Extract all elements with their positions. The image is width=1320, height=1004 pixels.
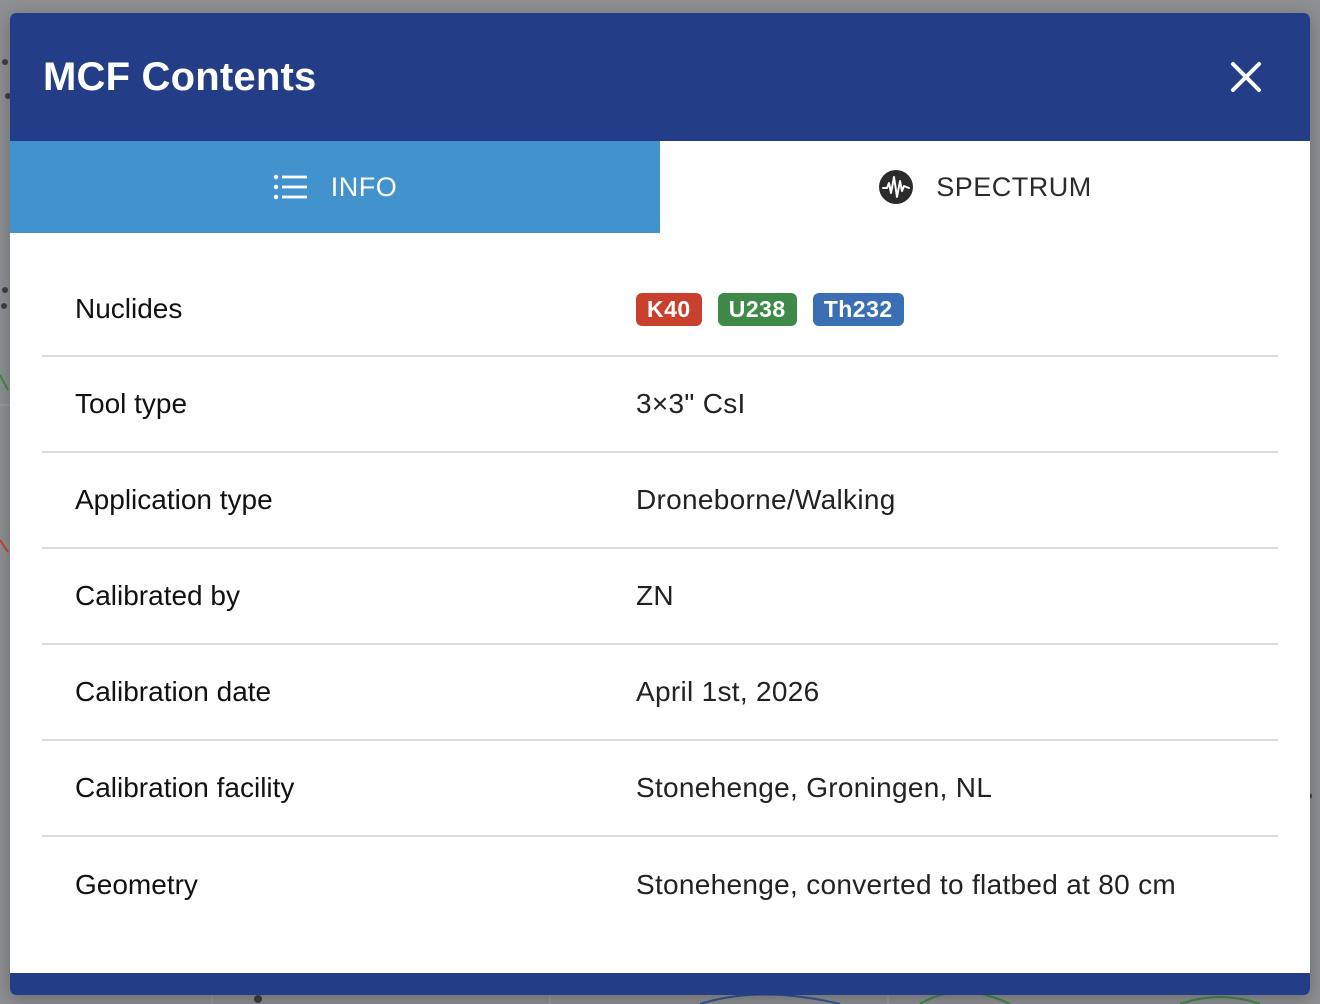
nuclide-badge-u238: U238 (717, 292, 797, 326)
info-label: Calibration date (75, 676, 272, 707)
nuclide-badges: K40 U238 Th232 (636, 292, 904, 326)
info-row-nuclides: Nuclides K40 U238 Th232 (42, 263, 1278, 357)
info-label: Calibration facility (75, 772, 295, 803)
info-row-calibration-date: Calibration date April 1st, 2026 (42, 645, 1278, 741)
close-button[interactable] (1226, 57, 1266, 97)
list-icon (273, 174, 307, 200)
tab-bar: INFO SPECTRUM (10, 141, 1310, 233)
modal-footer-bar (10, 973, 1310, 995)
info-row-tool-type: Tool type 3×3" CsI (42, 357, 1278, 453)
info-label: Calibrated by (75, 580, 240, 611)
tab-info-label: INFO (330, 171, 398, 202)
info-label: Geometry (75, 869, 198, 900)
info-value: Droneborne/Walking (636, 484, 896, 515)
info-row-geometry: Geometry Stonehenge, converted to flatbe… (42, 837, 1278, 933)
info-value: 3×3" CsI (636, 388, 746, 419)
info-row-calibrated-by: Calibrated by ZN (42, 549, 1278, 645)
info-value: ZN (636, 580, 674, 611)
nuclide-badge-k40: K40 (636, 292, 702, 326)
close-icon (1231, 62, 1261, 92)
info-value: April 1st, 2026 (636, 676, 820, 707)
info-row-application-type: Application type Droneborne/Walking (42, 453, 1278, 549)
nuclide-badge-th232: Th232 (812, 292, 904, 326)
info-label: Nuclides (75, 293, 183, 324)
info-table: Nuclides K40 U238 Th232 Tool type 3×3" C… (42, 263, 1278, 933)
info-label: Application type (75, 484, 273, 515)
info-row-calibration-facility: Calibration facility Stonehenge, Groning… (42, 741, 1278, 837)
waveform-icon (879, 170, 914, 204)
tab-spectrum-label: SPECTRUM (936, 171, 1092, 202)
info-value: Stonehenge, converted to flatbed at 80 c… (636, 869, 1176, 900)
info-value: Stonehenge, Groningen, NL (636, 772, 993, 803)
modal-title: MCF Contents (43, 54, 317, 99)
info-label: Tool type (75, 388, 188, 419)
tab-spectrum[interactable]: SPECTRUM (660, 141, 1310, 233)
modal-header: MCF Contents (10, 13, 1310, 141)
tab-info[interactable]: INFO (10, 141, 660, 233)
mcf-contents-modal: MCF Contents INFO SPECTRUM Nuclides K40 … (10, 13, 1310, 995)
